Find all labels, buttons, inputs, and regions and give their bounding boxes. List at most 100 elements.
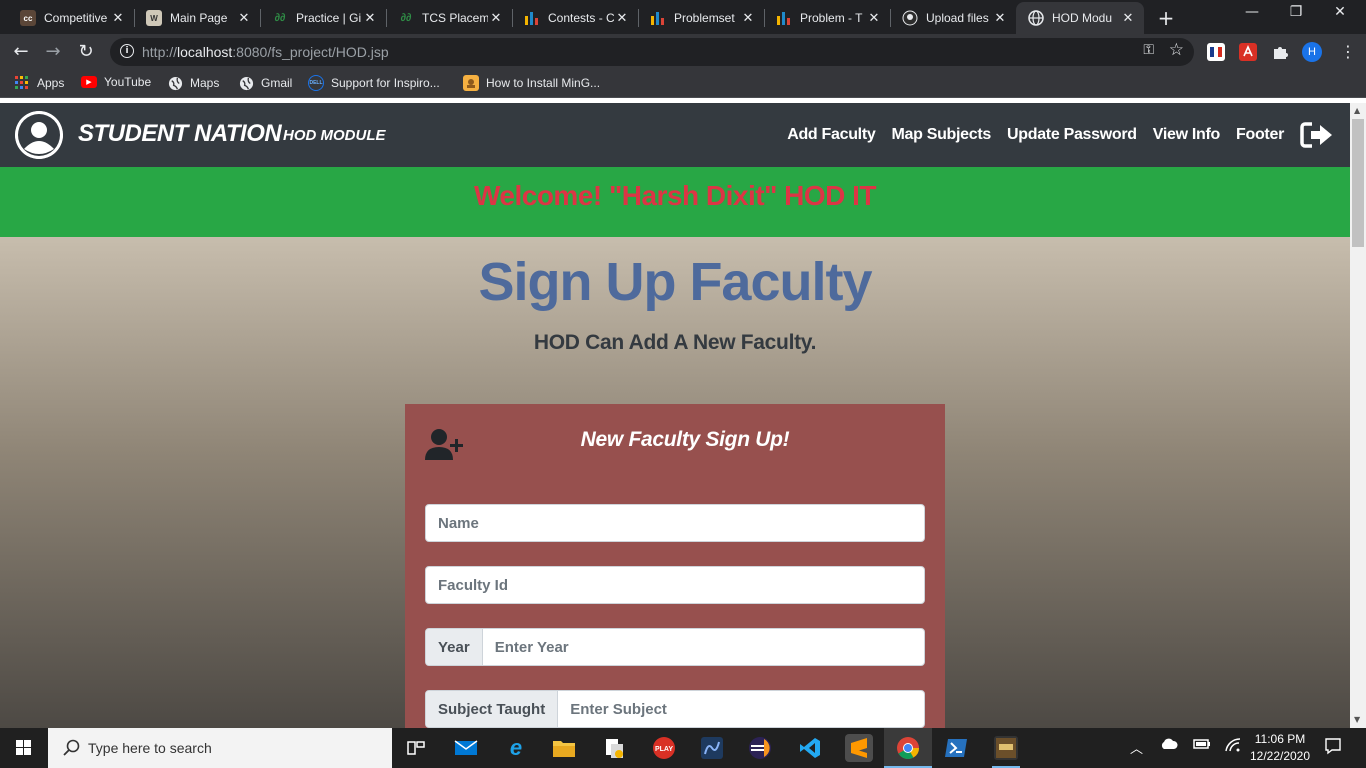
bookmark-install-mingw[interactable]: How to Install MinG... bbox=[463, 75, 600, 91]
pdf-extension-icon[interactable] bbox=[1239, 43, 1257, 61]
search-placeholder: Type here to search bbox=[88, 740, 212, 756]
extensions-puzzle-icon[interactable] bbox=[1271, 43, 1289, 61]
youtube-icon: ▶ bbox=[81, 76, 97, 88]
windows-start-icon[interactable] bbox=[0, 728, 48, 768]
key-icon[interactable]: ⚿ bbox=[1143, 42, 1154, 58]
close-tab-icon[interactable]: ✕ bbox=[110, 10, 126, 26]
name-field bbox=[425, 504, 925, 542]
notifications-icon[interactable] bbox=[1324, 737, 1342, 758]
bookmark-image-icon bbox=[463, 75, 479, 91]
browser-tab-strip: cc Competitive ✕ W Main Page ✕ ∂∂ Practi… bbox=[0, 0, 1366, 34]
browser-tab[interactable]: W Main Page ✕ bbox=[134, 2, 260, 34]
minimize-icon[interactable]: — bbox=[1232, 4, 1272, 20]
profile-avatar[interactable]: H bbox=[1302, 42, 1322, 62]
faculty-id-input[interactable] bbox=[426, 567, 924, 603]
github-icon bbox=[902, 10, 918, 26]
nav-add-faculty[interactable]: Add Faculty bbox=[787, 126, 876, 144]
close-tab-icon[interactable]: ✕ bbox=[740, 10, 756, 26]
taskbar-search[interactable]: Type here to search bbox=[48, 728, 392, 768]
mail-icon[interactable] bbox=[452, 734, 480, 762]
close-tab-icon[interactable]: ✕ bbox=[362, 10, 378, 26]
nav-footer[interactable]: Footer bbox=[1236, 126, 1284, 144]
user-avatar-icon[interactable] bbox=[15, 111, 63, 159]
browser-tab[interactable]: cc Competitive ✕ bbox=[8, 2, 134, 34]
page-subtitle: HOD Can Add A New Faculty. bbox=[533, 331, 817, 354]
logout-icon[interactable] bbox=[1300, 121, 1334, 149]
codechef-icon: cc bbox=[20, 10, 36, 26]
url-text[interactable]: http://localhost:8080/fs_project/HOD.jsp bbox=[142, 44, 389, 60]
globe-icon bbox=[167, 75, 183, 91]
new-tab-icon[interactable]: + bbox=[1154, 6, 1178, 30]
scrollbar-thumb[interactable] bbox=[1352, 119, 1364, 247]
faculty-signup-card: New Faculty Sign Up! Year Subject Taught bbox=[405, 404, 945, 728]
eclipse-icon[interactable] bbox=[746, 734, 774, 762]
extension-flag-icon[interactable] bbox=[1207, 43, 1225, 61]
sublime-text-icon[interactable] bbox=[845, 734, 873, 762]
page-scrollbar[interactable]: ▲ ▼ bbox=[1350, 103, 1366, 728]
file-explorer-icon[interactable] bbox=[550, 734, 578, 762]
close-window-icon[interactable]: ✕ bbox=[1320, 4, 1360, 20]
documents-app-icon[interactable] bbox=[600, 734, 628, 762]
close-tab-icon[interactable]: ✕ bbox=[866, 10, 882, 26]
browser-tab[interactable]: Problem - T ✕ bbox=[764, 2, 890, 34]
game-icon[interactable] bbox=[992, 734, 1020, 762]
task-view-icon[interactable] bbox=[402, 734, 430, 762]
year-input[interactable] bbox=[482, 629, 924, 665]
browser-tab-active[interactable]: HOD Modu ✕ bbox=[1016, 2, 1144, 34]
powershell-icon[interactable] bbox=[942, 734, 970, 762]
chrome-icon[interactable] bbox=[894, 734, 922, 762]
media-app-icon[interactable]: PLAY bbox=[650, 734, 678, 762]
nav-map-subjects[interactable]: Map Subjects bbox=[891, 126, 991, 144]
bookmark-star-icon[interactable]: ☆ bbox=[1169, 40, 1184, 60]
internet-explorer-icon[interactable]: e bbox=[502, 734, 530, 762]
bookmark-support-inspiron[interactable]: DELL Support for Inspiro... bbox=[308, 75, 440, 91]
scroll-down-icon[interactable]: ▼ bbox=[1354, 715, 1360, 724]
taskbar-clock[interactable]: 11:06 PM 12/22/2020 bbox=[1244, 731, 1316, 765]
nav-update-password[interactable]: Update Password bbox=[1007, 126, 1137, 144]
battery-icon[interactable] bbox=[1193, 738, 1211, 753]
browser-tab[interactable]: Upload files ✕ bbox=[890, 2, 1016, 34]
bookmark-apps[interactable]: Apps bbox=[14, 75, 64, 91]
onedrive-cloud-icon[interactable] bbox=[1160, 738, 1178, 753]
bookmark-gmail[interactable]: Gmail bbox=[238, 75, 292, 91]
back-arrow-icon[interactable]: ← bbox=[10, 41, 32, 63]
browser-tab[interactable]: Contests - C ✕ bbox=[512, 2, 638, 34]
bookmark-maps[interactable]: Maps bbox=[167, 75, 219, 91]
codeforces-icon bbox=[650, 10, 666, 26]
mysql-workbench-icon[interactable] bbox=[698, 734, 726, 762]
close-tab-icon[interactable]: ✕ bbox=[992, 10, 1008, 26]
vscode-icon[interactable] bbox=[796, 734, 824, 762]
gfg-icon: ∂∂ bbox=[274, 12, 286, 24]
tab-title: Contests - C bbox=[548, 11, 614, 25]
bookmark-label: Apps bbox=[37, 76, 65, 90]
scroll-up-icon[interactable]: ▲ bbox=[1354, 106, 1360, 115]
close-tab-icon[interactable]: ✕ bbox=[488, 10, 504, 26]
wifi-icon[interactable] bbox=[1224, 738, 1242, 755]
url-scheme: http:// bbox=[142, 44, 178, 60]
globe-icon bbox=[238, 75, 254, 91]
bookmark-youtube[interactable]: ▶ YouTube bbox=[81, 75, 151, 89]
info-icon[interactable]: i bbox=[120, 44, 134, 58]
close-tab-icon[interactable]: ✕ bbox=[236, 10, 252, 26]
name-input[interactable] bbox=[426, 505, 924, 541]
show-hidden-icons-chevron-icon[interactable]: ︿ bbox=[1130, 738, 1143, 757]
nav-view-info[interactable]: View Info bbox=[1153, 126, 1221, 144]
reload-icon[interactable]: ↻ bbox=[75, 41, 97, 63]
restore-icon[interactable]: ❐ bbox=[1276, 4, 1316, 20]
browser-tab[interactable]: ∂∂ Practice | Gi ✕ bbox=[260, 2, 386, 34]
browser-tab[interactable]: ∂∂ TCS Placem ✕ bbox=[386, 2, 512, 34]
brand-name[interactable]: STUDENT NATION bbox=[78, 120, 282, 148]
browser-tab[interactable]: Problemset ✕ bbox=[638, 2, 764, 34]
subject-input[interactable] bbox=[558, 691, 924, 727]
clock-time: 11:06 PM bbox=[1254, 732, 1306, 746]
form-heading: New Faculty Sign Up! bbox=[580, 428, 790, 451]
tab-title: Practice | Gi bbox=[296, 11, 362, 25]
close-tab-icon[interactable]: ✕ bbox=[1120, 10, 1136, 26]
subject-taught-label: Subject Taught bbox=[426, 691, 559, 727]
tab-title: Problem - T bbox=[800, 11, 863, 25]
forward-arrow-icon[interactable]: → bbox=[42, 41, 64, 63]
close-tab-icon[interactable]: ✕ bbox=[614, 10, 630, 26]
menu-kebab-icon[interactable]: ⋮ bbox=[1340, 42, 1356, 61]
bookmark-label: Support for Inspiro... bbox=[331, 76, 440, 90]
address-bar[interactable]: i http://localhost:8080/fs_project/HOD.j… bbox=[110, 38, 1194, 66]
